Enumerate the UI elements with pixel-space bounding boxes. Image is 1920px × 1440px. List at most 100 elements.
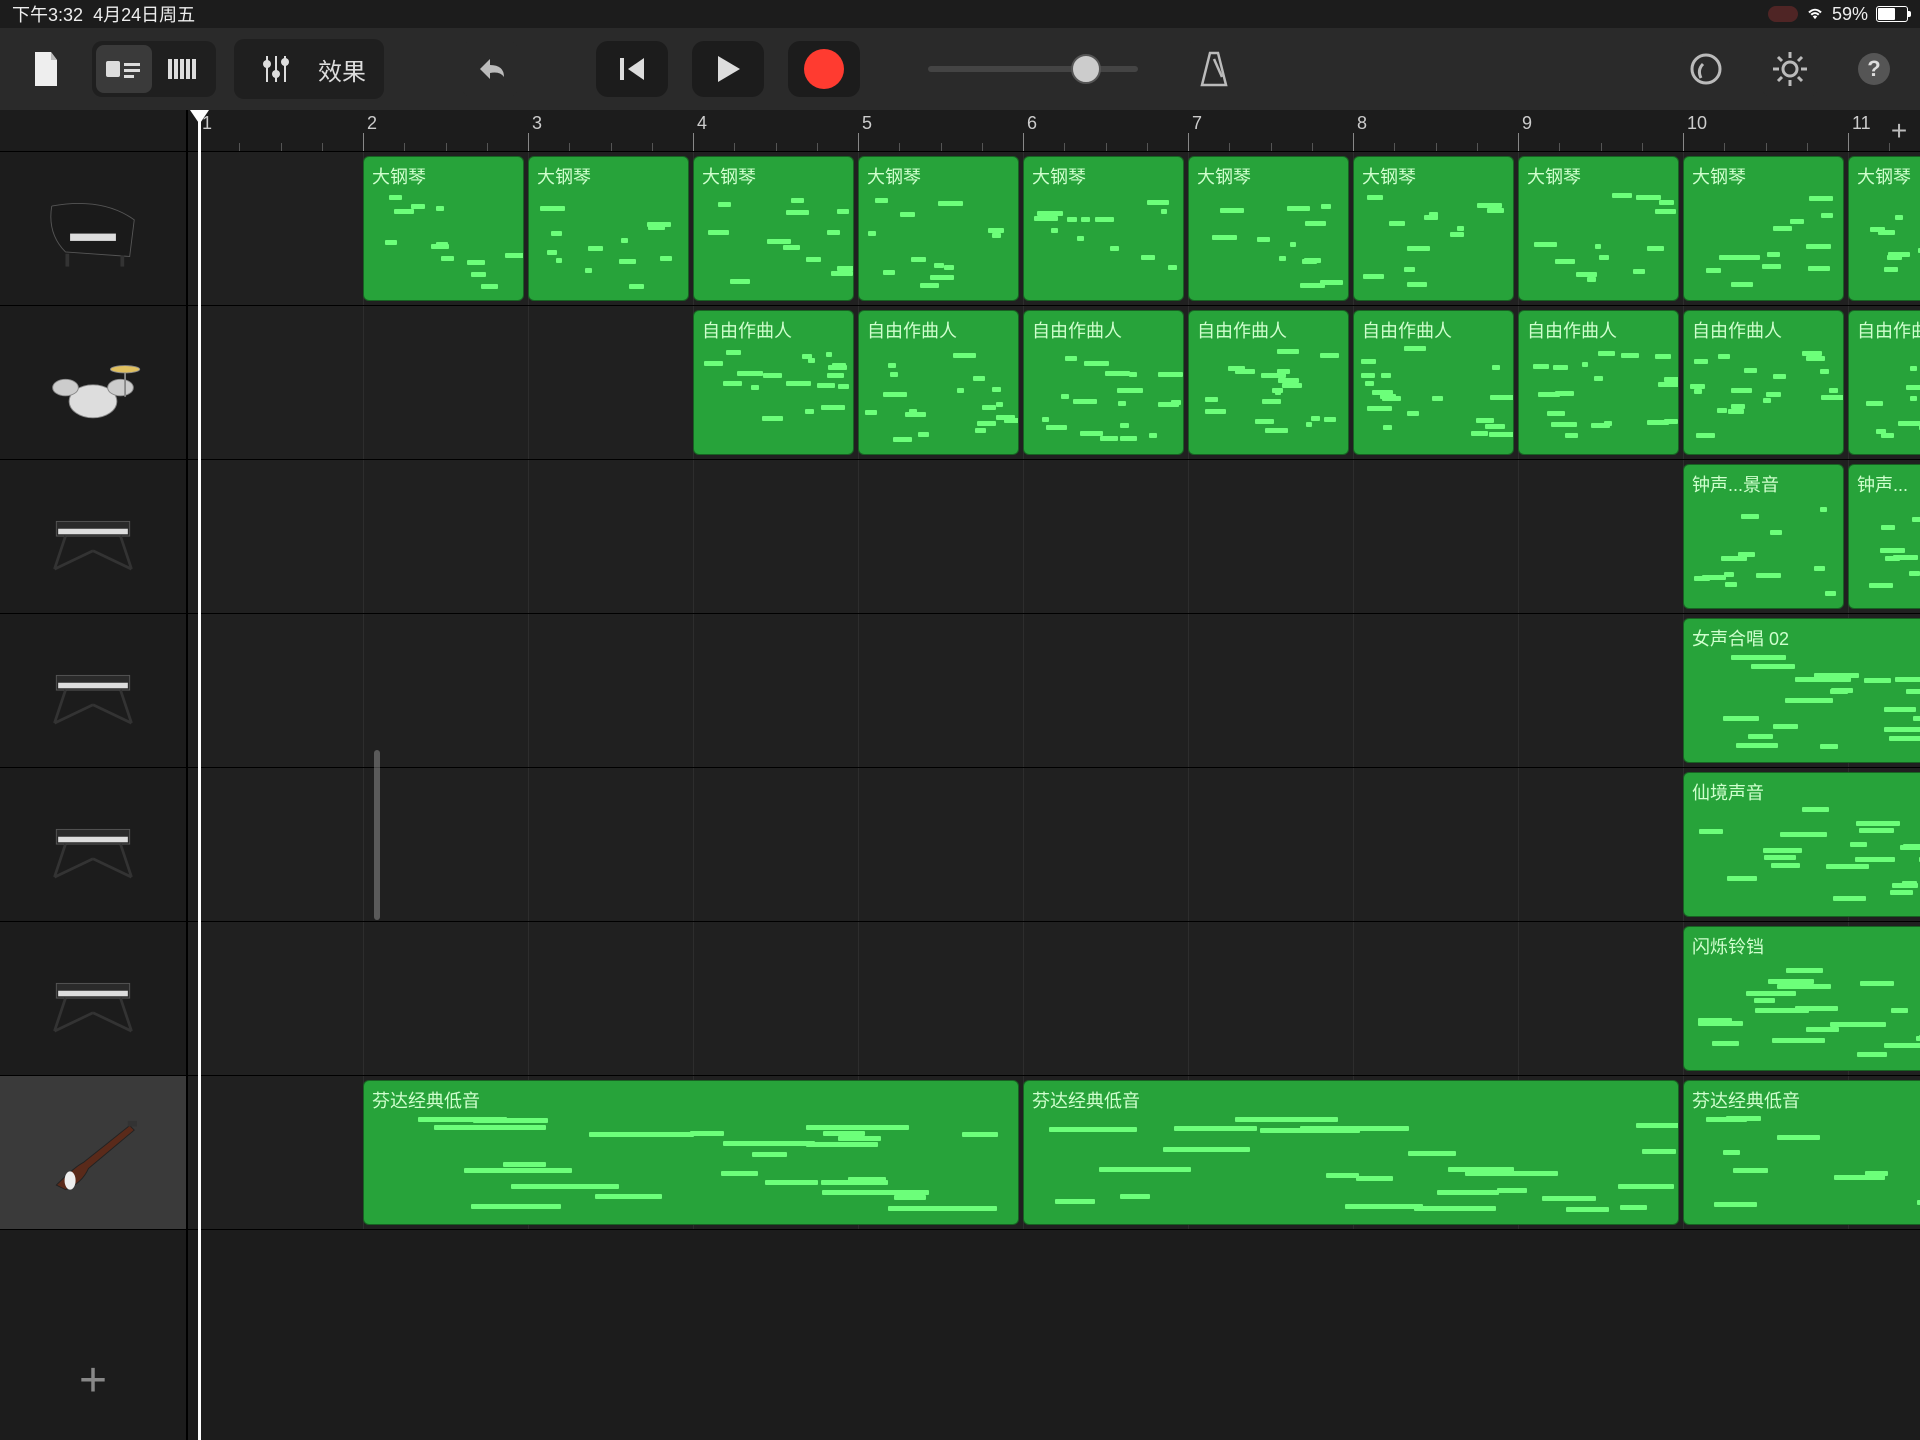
region-label: 大钢琴 [859, 157, 1018, 195]
region-label: 大钢琴 [1849, 157, 1920, 195]
region[interactable]: 仙境声音 [1683, 772, 1920, 917]
region-label: 钟声... [1849, 465, 1920, 503]
play-button[interactable] [692, 41, 764, 97]
undo-button[interactable] [462, 41, 518, 97]
region-label: 大钢琴 [1024, 157, 1183, 195]
timeline-area[interactable]: + 1234567891011 大钢琴大钢琴大钢琴大钢琴大钢琴大钢琴大钢琴大钢琴… [188, 110, 1920, 1440]
region-label: 大钢琴 [1519, 157, 1678, 195]
scroll-indicator [374, 750, 380, 920]
region[interactable]: 大钢琴 [1518, 156, 1679, 301]
ruler-corner [0, 110, 186, 152]
region-label: 自由作曲人 [1189, 311, 1348, 349]
status-date: 4月24日周五 [93, 5, 195, 25]
region[interactable]: 大钢琴 [693, 156, 854, 301]
track-headers-panel: + [0, 110, 188, 1440]
region[interactable]: 大钢琴 [528, 156, 689, 301]
track-row[interactable]: 钟声...景音钟声... [188, 460, 1920, 614]
status-bar: 下午3:32 4月24日周五 59% [0, 0, 1920, 28]
region-label: 自由作曲人 [1354, 311, 1513, 349]
track-row[interactable]: 仙境声音 [188, 768, 1920, 922]
region[interactable]: 钟声... [1848, 464, 1920, 609]
master-volume-slider[interactable] [928, 66, 1138, 72]
region[interactable]: 大钢琴 [1023, 156, 1184, 301]
region[interactable]: 自由作曲人 [1518, 310, 1679, 455]
region-label: 自由作曲人 [1684, 311, 1843, 349]
region-label: 自由作曲人 [859, 311, 1018, 349]
transport-controls [596, 41, 860, 97]
track-header-keyboard1[interactable] [0, 460, 186, 614]
record-button[interactable] [788, 41, 860, 97]
region-label: 闪烁铃铛 [1684, 927, 1920, 965]
region[interactable]: 自由作曲人 [858, 310, 1019, 455]
region[interactable]: 闪烁铃铛 [1683, 926, 1920, 1071]
toolbar: 效果 ? [0, 28, 1920, 110]
track-controls-button[interactable] [248, 45, 304, 93]
track-header-keyboard2[interactable] [0, 614, 186, 768]
track-row[interactable]: 女声合唱 02 [188, 614, 1920, 768]
region[interactable]: 芬达经典低音 [363, 1080, 1019, 1225]
region-label: 自由作曲人 [1519, 311, 1678, 349]
region[interactable]: 自由作曲人 [693, 310, 854, 455]
track-header-keyboard3[interactable] [0, 768, 186, 922]
region-label: 芬达经典低音 [364, 1081, 1018, 1119]
track-header-keyboard4[interactable] [0, 922, 186, 1076]
region[interactable]: 大钢琴 [1683, 156, 1844, 301]
region[interactable]: 大钢琴 [1188, 156, 1349, 301]
playhead[interactable] [198, 110, 201, 1440]
region[interactable]: 芬达经典低音 [1683, 1080, 1920, 1225]
battery-icon [1876, 6, 1908, 22]
region-label: 自由作曲人 [694, 311, 853, 349]
ruler[interactable]: + 1234567891011 [188, 110, 1920, 152]
instrument-view-button[interactable] [156, 45, 212, 93]
track-header-piano[interactable] [0, 152, 186, 306]
region[interactable]: 大钢琴 [858, 156, 1019, 301]
region-label: 芬达经典低音 [1024, 1081, 1678, 1119]
region-label: 仙境声音 [1684, 773, 1920, 811]
metronome-button[interactable] [1186, 41, 1242, 97]
track-row[interactable]: 芬达经典低音芬达经典低音芬达经典低音 [188, 1076, 1920, 1230]
region-label: 大钢琴 [1354, 157, 1513, 195]
region-label: 大钢琴 [1189, 157, 1348, 195]
region-label: 大钢琴 [529, 157, 688, 195]
region[interactable]: 自由作曲人 [1023, 310, 1184, 455]
add-section-button[interactable]: + [1884, 116, 1914, 146]
region[interactable]: 自由作曲人 [1848, 310, 1920, 455]
track-header-drums[interactable] [0, 306, 186, 460]
region-label: 自由作曲人 [1849, 311, 1920, 349]
region-label: 芬达经典低音 [1684, 1081, 1920, 1119]
region[interactable]: 自由作曲人 [1683, 310, 1844, 455]
region[interactable]: 大钢琴 [1848, 156, 1920, 301]
status-time: 下午3:32 [12, 5, 83, 25]
region[interactable]: 芬达经典低音 [1023, 1080, 1679, 1225]
add-track-button[interactable]: + [0, 1320, 186, 1440]
tracks-view-button[interactable] [96, 45, 152, 93]
wifi-icon [1806, 7, 1824, 21]
track-row[interactable]: 自由作曲人自由作曲人自由作曲人自由作曲人自由作曲人自由作曲人自由作曲人自由作曲人 [188, 306, 1920, 460]
region-label: 钟声...景音 [1684, 465, 1843, 503]
loop-browser-button[interactable] [1678, 41, 1734, 97]
help-button[interactable]: ? [1846, 41, 1902, 97]
effects-button[interactable]: 效果 [314, 45, 370, 93]
my-songs-button[interactable] [18, 41, 74, 97]
view-toggle[interactable] [92, 41, 216, 97]
region-label: 大钢琴 [694, 157, 853, 195]
svg-text:?: ? [1867, 56, 1880, 81]
region-label: 大钢琴 [1684, 157, 1843, 195]
track-row[interactable]: 大钢琴大钢琴大钢琴大钢琴大钢琴大钢琴大钢琴大钢琴大钢琴大钢琴 [188, 152, 1920, 306]
region[interactable]: 女声合唱 02 [1683, 618, 1920, 763]
region-label: 大钢琴 [364, 157, 523, 195]
region[interactable]: 钟声...景音 [1683, 464, 1844, 609]
go-to-start-button[interactable] [596, 41, 668, 97]
screen-record-indicator [1768, 6, 1798, 22]
settings-button[interactable] [1762, 41, 1818, 97]
track-header-bass[interactable] [0, 1076, 186, 1230]
controls-fx-group: 效果 [234, 39, 384, 99]
region[interactable]: 大钢琴 [363, 156, 524, 301]
region-label: 自由作曲人 [1024, 311, 1183, 349]
region[interactable]: 大钢琴 [1353, 156, 1514, 301]
battery-percent: 59% [1832, 4, 1868, 25]
track-row[interactable]: 闪烁铃铛 [188, 922, 1920, 1076]
region[interactable]: 自由作曲人 [1188, 310, 1349, 455]
region[interactable]: 自由作曲人 [1353, 310, 1514, 455]
region-label: 女声合唱 02 [1684, 619, 1920, 657]
